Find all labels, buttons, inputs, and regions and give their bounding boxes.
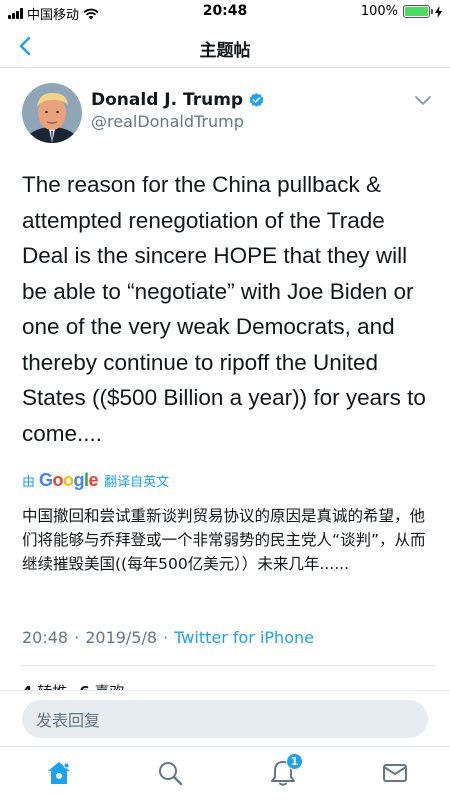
tab-search[interactable] [156, 759, 184, 787]
battery-icon [403, 5, 433, 18]
nav-bar: 主题帖 [0, 24, 450, 68]
translated-text: 中国撤回和尝试重新谈判贸易协议的原因是真诚的希望，他们将能够与乔拜登或一个非常弱… [22, 507, 426, 573]
avatar[interactable] [22, 83, 82, 143]
meta-separator: · [74, 628, 80, 647]
tweet-time: 20:48 [22, 628, 69, 647]
translation-attribution[interactable]: 由 Google 翻译自英文 [22, 470, 169, 491]
translated-by-label: 由 [22, 475, 36, 490]
google-logo-letter: e [88, 470, 99, 490]
google-logo: Google [39, 470, 99, 491]
tab-bar: 1 [0, 746, 450, 800]
tab-notifications[interactable]: 1 [269, 753, 303, 787]
verified-badge-icon [249, 92, 264, 107]
display-name[interactable]: Donald J. Trump [91, 90, 243, 110]
google-logo-letter: o [52, 470, 64, 490]
avatar-image [22, 83, 82, 143]
reply-input[interactable]: 发表回复 [22, 700, 428, 738]
tab-messages[interactable] [381, 759, 409, 787]
translate-from-link[interactable]: 翻译自英文 [104, 471, 169, 490]
charging-icon [435, 5, 442, 18]
status-right: 100% [361, 4, 442, 19]
user-name-row[interactable]: Donald J. Trump [91, 90, 265, 110]
divider [22, 665, 434, 666]
tweet-date: 2019/5/8 [85, 628, 158, 647]
tweet-source-link[interactable]: Twitter for iPhone [174, 628, 314, 647]
tab-home[interactable] [45, 759, 73, 787]
mail-icon [383, 764, 407, 782]
tweet-text: The reason for the China pullback & atte… [22, 172, 426, 446]
user-handle[interactable]: @realDonaldTrump [91, 112, 244, 131]
tweet-menu-chevron-icon[interactable] [414, 95, 432, 107]
google-logo-letter: g [73, 470, 85, 490]
meta-separator: · [163, 628, 169, 647]
home-icon [48, 762, 70, 784]
google-logo-letter: o [63, 470, 74, 490]
notification-badge: 1 [286, 753, 303, 770]
page-title: 主题帖 [199, 41, 251, 61]
search-icon [159, 762, 183, 786]
status-bar: 中国移动 20:48 100% [0, 0, 450, 24]
google-logo-letter: G [39, 470, 53, 490]
reply-bar: 发表回复 [0, 690, 450, 746]
battery-fill [405, 7, 428, 16]
battery-percent: 100% [360, 4, 398, 19]
tweet-meta: 20:48 · 2019/5/8 · Twitter for iPhone [22, 628, 314, 647]
